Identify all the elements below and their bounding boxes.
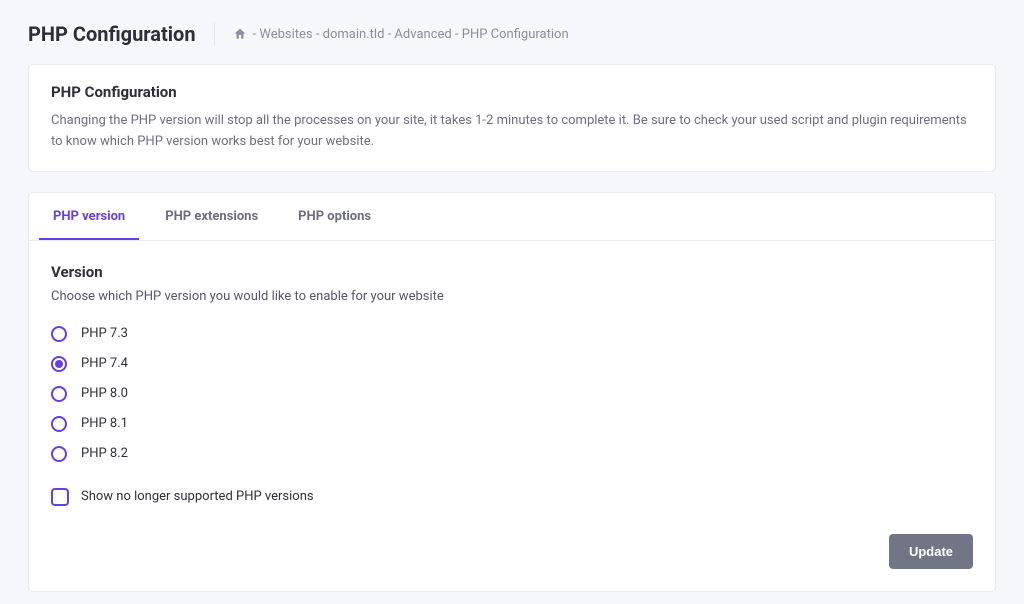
radio-icon [51,446,67,462]
page-title: PHP Configuration [28,22,196,46]
version-section-subtitle: Choose which PHP version you would like … [51,289,973,304]
version-option-label: PHP 8.0 [81,386,128,401]
update-button[interactable]: Update [889,534,973,569]
checkbox-icon [51,488,69,506]
footer-actions: Update [51,534,973,569]
tab-body: Version Choose which PHP version you wou… [29,241,995,591]
version-option[interactable]: PHP 8.0 [51,386,973,402]
version-option-label: PHP 7.4 [81,356,128,371]
version-option[interactable]: PHP 7.3 [51,326,973,342]
version-radio-list: PHP 7.3 PHP 7.4 PHP 8.0 PHP 8.1 PHP 8.2 [51,326,973,462]
radio-icon [51,416,67,432]
tab-php-options[interactable]: PHP options [284,193,385,240]
version-option[interactable]: PHP 7.4 [51,356,973,372]
radio-icon [51,326,67,342]
show-unsupported-label: Show no longer supported PHP versions [81,489,314,504]
radio-icon [51,386,67,402]
tabs: PHP version PHP extensions PHP options [29,193,995,241]
tab-php-version[interactable]: PHP version [39,193,139,240]
show-unsupported-checkbox-row[interactable]: Show no longer supported PHP versions [51,488,973,506]
page-header: PHP Configuration - Websites - domain.tl… [28,22,996,46]
info-card-title: PHP Configuration [51,83,973,101]
tab-php-extensions[interactable]: PHP extensions [151,193,272,240]
info-card-text: Changing the PHP version will stop all t… [51,111,973,153]
version-option-label: PHP 8.1 [81,416,128,431]
version-option-label: PHP 8.2 [81,446,128,461]
home-icon[interactable] [233,27,247,41]
tab-card: PHP version PHP extensions PHP options V… [28,192,996,592]
header-divider [214,23,215,45]
info-card: PHP Configuration Changing the PHP versi… [28,64,996,172]
version-option[interactable]: PHP 8.2 [51,446,973,462]
version-section-title: Version [51,263,973,281]
radio-icon [51,356,67,372]
breadcrumb[interactable]: - Websites - domain.tld - Advanced - PHP… [233,27,569,42]
breadcrumb-text: - Websites - domain.tld - Advanced - PHP… [253,27,569,42]
version-option-label: PHP 7.3 [81,326,128,341]
version-option[interactable]: PHP 8.1 [51,416,973,432]
